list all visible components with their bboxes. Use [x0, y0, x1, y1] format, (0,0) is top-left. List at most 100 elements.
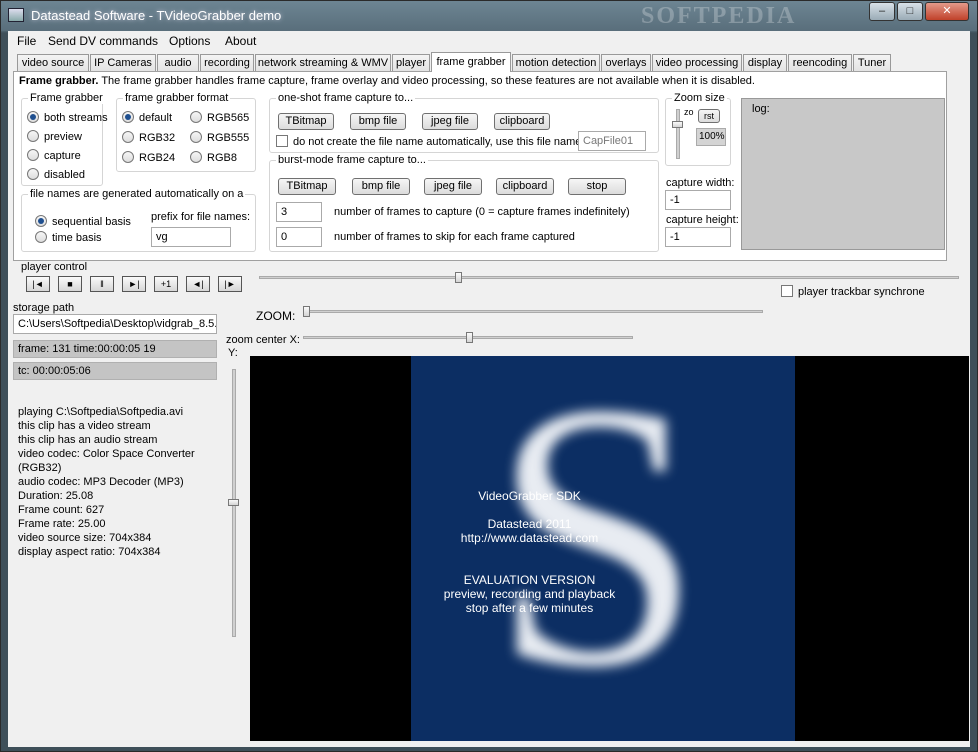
prefix-label: prefix for file names:	[151, 211, 251, 223]
zoom-size-thumb[interactable]	[672, 121, 683, 128]
tab-motion-detection[interactable]: motion detection	[512, 54, 600, 72]
burst-bmp-file-button[interactable]: bmp file	[352, 178, 410, 195]
log-box[interactable]: log:	[741, 98, 945, 250]
radio-both-streams[interactable]: both streams	[27, 111, 108, 124]
group-title: Zoom size	[672, 92, 727, 104]
zoom-trackbar[interactable]	[303, 310, 763, 313]
radio-time-basis[interactable]: time basis	[35, 231, 102, 244]
timecode-info: tc: 00:00:05:06	[13, 362, 217, 380]
radio-dot	[27, 130, 39, 142]
oneshot-jpeg-file-button[interactable]: jpeg file	[422, 113, 478, 130]
player-step-button[interactable]: +1	[154, 276, 178, 292]
capture-height-input[interactable]: -1	[665, 227, 731, 247]
tab-tuner[interactable]: Tuner	[853, 54, 891, 72]
maximize-button[interactable]: □	[897, 2, 923, 21]
radio-dot	[27, 168, 39, 180]
radio-format-rgb8[interactable]: RGB8	[190, 151, 237, 164]
window-title: Datastead Software - TVideoGrabber demo	[31, 8, 282, 23]
burst-jpeg-file-button[interactable]: jpeg file	[424, 178, 482, 195]
custom-filename-checkbox[interactable]: do not create the file name automaticall…	[276, 135, 584, 148]
tab-ip-cameras[interactable]: IP Cameras	[90, 54, 156, 72]
radio-format-rgb565[interactable]: RGB565	[190, 111, 249, 124]
video-frame: S	[411, 356, 795, 741]
oneshot-bmp-file-button[interactable]: bmp file	[350, 113, 406, 130]
tab-overlays[interactable]: overlays	[601, 54, 651, 72]
player-trackbar[interactable]	[259, 276, 959, 279]
tab-player[interactable]: player	[392, 54, 430, 72]
frame-grabber-mode-group: Frame grabber both streams preview captu…	[21, 92, 108, 186]
radio-sequential-basis[interactable]: sequential basis	[35, 215, 131, 228]
zoom-center-x-thumb[interactable]	[466, 332, 473, 343]
menu-file[interactable]: File	[17, 34, 36, 48]
radio-format-rgb32[interactable]: RGB32	[122, 131, 175, 144]
menu-about[interactable]: About	[225, 34, 256, 48]
minimize-button[interactable]: –	[869, 2, 895, 21]
burst-stop-button[interactable]: stop	[568, 178, 626, 195]
info-line: this clip has a video stream	[18, 420, 151, 432]
capture-width-input[interactable]: -1	[665, 190, 731, 210]
radio-dot	[190, 151, 202, 163]
tab-audio[interactable]: audio	[157, 54, 199, 72]
radio-disabled[interactable]: disabled	[27, 168, 85, 181]
player-sync-checkbox[interactable]: player trackbar synchrone	[781, 285, 928, 298]
radio-capture[interactable]: capture	[27, 149, 81, 162]
player-pause-button[interactable]: ‖	[90, 276, 114, 292]
checkbox-box	[276, 135, 288, 147]
app-icon[interactable]	[8, 8, 24, 22]
storage-path-label: storage path	[13, 302, 75, 314]
overlay-line: VideoGrabber SDK	[478, 489, 581, 503]
panel-description-title: Frame grabber.	[19, 75, 99, 87]
watermark: SOFTPEDIA	[641, 3, 797, 29]
zoom-trackbar-thumb[interactable]	[303, 306, 310, 317]
radio-label: default	[139, 112, 173, 124]
prefix-input[interactable]: vg	[151, 227, 231, 247]
zoom-size-track[interactable]	[676, 109, 680, 159]
player-prev-frame-button[interactable]: ◄|	[186, 276, 210, 292]
menu-options[interactable]: Options	[169, 34, 210, 48]
storage-path-input[interactable]: C:\Users\Softpedia\Desktop\vidgrab_8.5.	[13, 314, 217, 334]
checkbox-label: player trackbar synchrone	[798, 286, 925, 298]
radio-preview[interactable]: preview	[27, 130, 82, 143]
tab-video-processing[interactable]: video processing	[652, 54, 742, 72]
oneshot-tbitmap-button[interactable]: TBitmap	[278, 113, 334, 130]
tab-display[interactable]: display	[743, 54, 787, 72]
zoom-center-x-label: zoom center X:	[226, 334, 300, 346]
group-title: file names are generated automatically o…	[28, 188, 246, 200]
tab-recording[interactable]: recording	[200, 54, 254, 72]
zoom-size-value: 100%	[696, 128, 726, 146]
tab-frame-grabber[interactable]: frame grabber	[431, 52, 511, 72]
group-title: burst-mode frame capture to...	[276, 154, 428, 166]
radio-dot	[122, 131, 134, 143]
player-next-frame-button[interactable]: |►	[218, 276, 242, 292]
zoom-reset-button[interactable]: rst	[698, 109, 720, 123]
player-trackbar-thumb[interactable]	[455, 272, 462, 283]
tab-video-source[interactable]: video source	[17, 54, 89, 72]
player-next-button[interactable]: ►|	[122, 276, 146, 292]
frames-to-skip-input[interactable]: 0	[276, 227, 322, 247]
tab-reencoding[interactable]: reencoding	[788, 54, 852, 72]
group-title: Frame grabber	[28, 92, 105, 104]
burst-clipboard-button[interactable]: clipboard	[496, 178, 554, 195]
radio-label: RGB8	[207, 152, 237, 164]
radio-label: RGB565	[207, 112, 250, 124]
radio-dot	[35, 215, 47, 227]
filename-input[interactable]: CapFile01	[578, 131, 646, 151]
video-display[interactable]: S VideoGrabber SDK Datastead 2011 http:/…	[250, 356, 969, 741]
one-shot-capture-group: one-shot frame capture to... TBitmap bmp…	[269, 92, 659, 153]
zoom-label: ZOOM:	[256, 309, 296, 323]
title-bar[interactable]: Datastead Software - TVideoGrabber demo …	[1, 1, 977, 31]
radio-format-rgb24[interactable]: RGB24	[122, 151, 175, 164]
burst-tbitmap-button[interactable]: TBitmap	[278, 178, 336, 195]
tab-network-streaming[interactable]: network streaming & WMV	[255, 54, 391, 72]
radio-format-rgb555[interactable]: RGB555	[190, 131, 249, 144]
frame-grabber-format-group: frame grabber format default RGB565 RGB3…	[116, 92, 256, 172]
player-first-button[interactable]: |◄	[26, 276, 50, 292]
menu-send-dv-commands[interactable]: Send DV commands	[48, 34, 158, 48]
player-stop-button[interactable]: ■	[58, 276, 82, 292]
frames-to-skip-label: number of frames to skip for each frame …	[334, 231, 575, 243]
oneshot-clipboard-button[interactable]: clipboard	[494, 113, 550, 130]
info-line: audio codec: MP3 Decoder (MP3)	[18, 476, 184, 488]
close-button[interactable]: ✕	[925, 2, 969, 21]
frames-to-capture-input[interactable]: 3	[276, 202, 322, 222]
radio-format-default[interactable]: default	[122, 111, 172, 124]
